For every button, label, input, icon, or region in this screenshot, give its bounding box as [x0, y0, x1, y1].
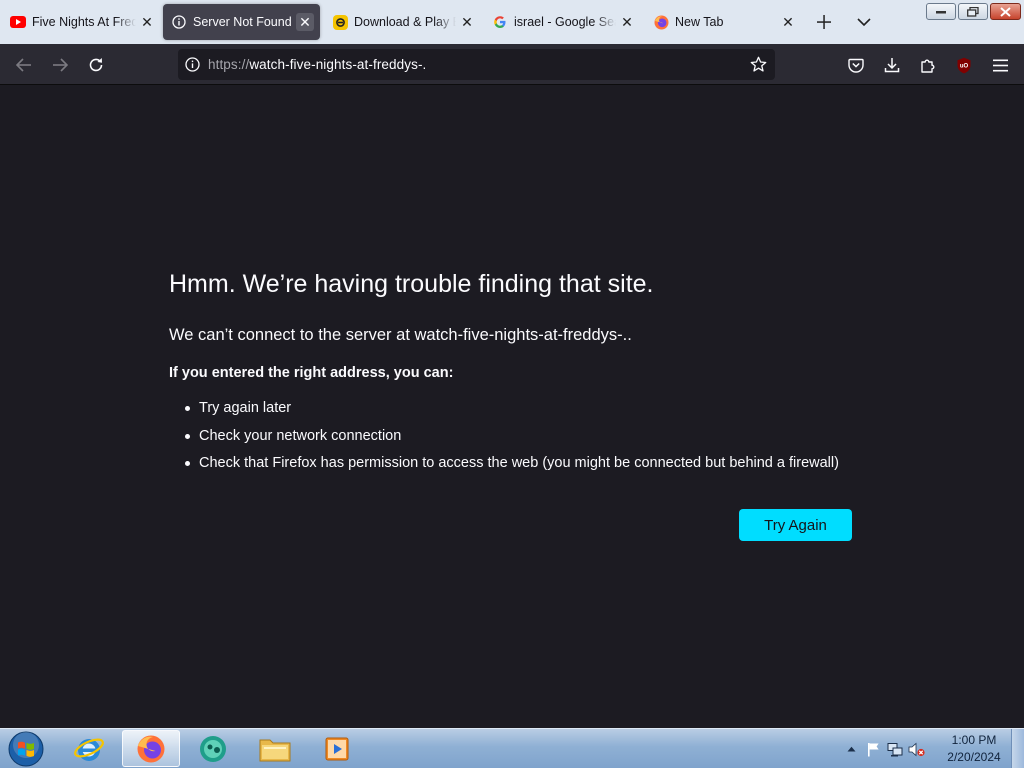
volume-muted-icon[interactable]	[907, 742, 925, 757]
internet-explorer-icon	[74, 738, 104, 761]
tab-title: Server Not Found	[193, 15, 292, 29]
close-tab-icon[interactable]: ✕	[296, 13, 314, 31]
error-page: Hmm. We’re having trouble finding that s…	[0, 85, 1024, 728]
tab-youtube[interactable]: Five Nights At Fredd ✕	[4, 4, 156, 40]
error-short-description: We can’t connect to the server at watch-…	[169, 326, 632, 344]
clock-time: 1:00 PM	[951, 733, 997, 747]
close-tab-icon[interactable]: ✕	[138, 13, 156, 31]
app-store-icon	[332, 14, 348, 30]
downloads-icon[interactable]	[880, 53, 904, 77]
tab-strip: Five Nights At Fredd ✕ Server Not Found …	[0, 0, 1024, 44]
action-center-flag-icon[interactable]	[865, 742, 883, 757]
media-player-icon	[325, 737, 349, 760]
youtube-icon	[10, 14, 26, 30]
google-icon	[492, 14, 508, 30]
tab-title: Download & Play B	[354, 15, 456, 29]
close-tab-icon[interactable]: ✕	[458, 13, 476, 31]
list-item: Try again later	[185, 398, 839, 426]
firefox-icon	[653, 14, 669, 30]
taskbar-media-player[interactable]	[308, 730, 366, 767]
tab-server-not-found[interactable]: Server Not Found ✕	[163, 4, 320, 40]
tab-title: israel - Google Sear	[514, 15, 616, 29]
show-desktop-button[interactable]	[1011, 729, 1024, 768]
list-item: Check that Firefox has permission to acc…	[185, 453, 839, 481]
new-tab-plus-icon[interactable]	[814, 12, 834, 32]
network-icon[interactable]	[886, 742, 904, 757]
url-host: watch-five-nights-at-freddys-.	[249, 57, 427, 72]
clock-date: 2/20/2024	[947, 750, 1001, 764]
extensions-puzzle-icon[interactable]	[916, 53, 940, 77]
tab-download-play[interactable]: Download & Play B ✕	[326, 4, 476, 40]
try-again-button[interactable]: Try Again	[739, 509, 852, 541]
clock[interactable]: 1:00 PM 2/20/2024	[944, 732, 1004, 766]
info-icon	[171, 14, 187, 30]
taskbar-messenger[interactable]	[184, 730, 242, 767]
pocket-icon[interactable]	[844, 53, 868, 77]
address-bar[interactable]: https://watch-five-nights-at-freddys-.	[178, 49, 775, 80]
firefox-icon	[137, 735, 165, 762]
show-hidden-icons-arrow-icon[interactable]	[843, 746, 859, 752]
error-title: Hmm. We’re having trouble finding that s…	[169, 270, 654, 298]
restore-window-button[interactable]	[958, 3, 988, 20]
start-button[interactable]	[6, 730, 46, 768]
hamburger-menu-icon[interactable]	[988, 53, 1012, 77]
tab-google-search[interactable]: israel - Google Sear ✕	[486, 4, 636, 40]
reload-icon[interactable]	[84, 53, 108, 77]
close-tab-icon[interactable]: ✕	[779, 13, 797, 31]
file-explorer-icon	[259, 739, 291, 761]
tab-title: New Tab	[675, 15, 724, 29]
list-all-tabs-chevron-icon[interactable]	[854, 12, 874, 32]
suggestions-list: Try again later Check your network conne…	[185, 398, 839, 481]
url-text[interactable]: https://watch-five-nights-at-freddys-.	[208, 57, 426, 72]
taskbar-firefox[interactable]	[122, 730, 180, 767]
tab-title: Five Nights At Fredd	[32, 15, 136, 29]
windows-orb-icon	[8, 731, 44, 767]
minimize-window-button[interactable]	[926, 3, 956, 20]
taskbar-internet-explorer[interactable]	[60, 730, 118, 767]
close-tab-icon[interactable]: ✕	[618, 13, 636, 31]
list-item: Check your network connection	[185, 426, 839, 454]
forward-arrow-icon[interactable]	[48, 53, 72, 77]
back-arrow-icon[interactable]	[12, 53, 36, 77]
taskbar-file-explorer[interactable]	[246, 730, 304, 767]
system-tray	[843, 729, 925, 768]
ublock-origin-icon[interactable]: uO	[952, 53, 976, 77]
url-scheme: https://	[208, 57, 250, 72]
windows-taskbar: 1:00 PM 2/20/2024	[0, 728, 1024, 768]
close-window-button[interactable]	[990, 3, 1021, 20]
site-info-icon[interactable]	[185, 57, 200, 72]
suggestions-heading: If you entered the right address, you ca…	[169, 365, 454, 381]
messenger-icon	[200, 735, 226, 762]
navigation-toolbar: https://watch-five-nights-at-freddys-. u…	[0, 44, 1024, 85]
bookmark-star-icon[interactable]	[750, 56, 767, 73]
tab-new-tab[interactable]: New Tab ✕	[647, 4, 797, 40]
svg-text:uO: uO	[960, 63, 969, 69]
